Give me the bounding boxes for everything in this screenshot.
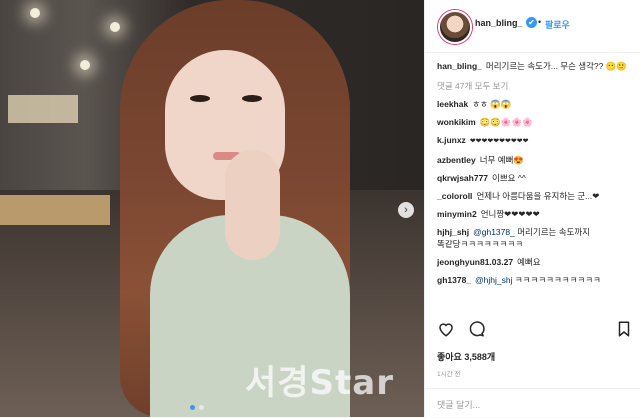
comment-icon[interactable] [467,320,485,338]
post-side-panel: han_bling_ ✔ • 팔로우 han_bling_ 머리기르는 속도가..… [424,0,640,417]
comment-item: _coloroll 언제나 아름다움을 유지하는 군...❤ [437,190,633,202]
watermark: 서경Star [245,363,395,403]
comment-text: 언제나 아름다움을 유지하는 군...❤ [476,191,600,201]
comment-item: k.junxz ❤❤❤❤❤❤❤❤❤❤ [437,134,633,148]
comment-username[interactable]: gh1378_ [437,275,471,285]
comment-username[interactable]: azbentley [437,155,476,165]
comment-text: ❤❤❤❤❤❤❤❤❤❤ [469,138,529,145]
comment-username[interactable]: _coloroll [437,191,472,201]
comment-item: jeonghyun81.03.27 예뻐요 [437,256,633,268]
comment-username[interactable]: leekhak [437,99,468,109]
comment-item: leekhak ㅎㅎ 😱😱 [437,98,633,110]
add-comment-placeholder: 댓글 달기... [437,400,481,410]
comment-username[interactable]: jeonghyun81.03.27 [437,257,513,267]
comment-item: hjhj_shj @gh1378_ 머리기르는 속도까지 똑같당ㅋㅋㅋㅋㅋㅋㅋㅋ [437,226,633,250]
separator-dot: • [538,17,542,27]
instagram-post: 서경Star › han_bling_ ✔ • 팔로우 han_bling_ 머리… [0,0,640,417]
comment-text: 😳😳🌸🌸🌸 [479,117,533,127]
post-photo: 서경Star › [0,0,424,417]
post-caption: han_bling_ 머리기르는 속도가... 무슨 생각?? 😶🙂 [437,60,633,72]
comment-username[interactable]: k.junxz [437,135,466,145]
comment-item: wonkikim 😳😳🌸🌸🌸 [437,116,633,128]
caption-text: 머리기르는 속도가... 무슨 생각?? 😶🙂 [485,61,627,71]
comment-mention[interactable]: @gh1378_ [473,227,515,237]
author-username[interactable]: han_bling_ [475,18,523,28]
background-table [0,195,110,225]
comment-username[interactable]: qkrwjsah777 [437,173,488,183]
chevron-right-icon[interactable]: › [398,202,414,218]
action-bar [437,320,633,342]
comment-username[interactable]: minymin2 [437,209,477,219]
post-header: han_bling_ ✔ • 팔로우 [425,0,640,53]
comment-mention[interactable]: @hjhj_shj [475,275,512,285]
comment-item: qkrwjsah777 이쁘요 ^^ [437,172,633,184]
comment-text: 예뻐요 [517,257,541,267]
carousel-dots [190,405,204,410]
caption-username[interactable]: han_bling_ [437,61,482,71]
comment-list: han_bling_ 머리기르는 속도가... 무슨 생각?? 😶🙂 댓글 47개… [437,60,633,292]
follow-button[interactable]: 팔로우 [545,18,570,31]
comment-username[interactable]: hjhj_shj [437,227,469,237]
comment-text: 이쁘요 ^^ [492,173,526,183]
bookmark-icon[interactable] [615,320,633,338]
view-all-comments-link[interactable]: 댓글 47개 모두 보기 [437,80,633,92]
post-timestamp[interactable]: 1시간 전 [437,368,460,378]
comment-username[interactable]: wonkikim [437,117,476,127]
comment-text: 언니짱❤❤❤❤❤ [480,209,540,219]
avatar[interactable] [438,10,472,44]
add-comment-field[interactable]: 댓글 달기... [425,388,640,418]
comment-item: minymin2 언니짱❤❤❤❤❤ [437,208,633,220]
comment-item: gh1378_ @hjhj_shj ㅋㅋㅋㅋㅋㅋㅋㅋㅋㅋㅋ [437,274,633,286]
comment-text: ㅋㅋㅋㅋㅋㅋㅋㅋㅋㅋㅋ [514,275,601,285]
heart-icon[interactable] [437,320,455,338]
like-count[interactable]: 좋아요 3,588개 [437,350,495,363]
background-sign [8,95,78,123]
comment-text: ㅎㅎ 😱😱 [472,99,512,109]
comment-item: azbentley 너무 예뻐😍 [437,154,633,166]
comment-text: 너무 예뻐😍 [479,155,524,165]
verified-badge-icon: ✔ [526,17,537,28]
